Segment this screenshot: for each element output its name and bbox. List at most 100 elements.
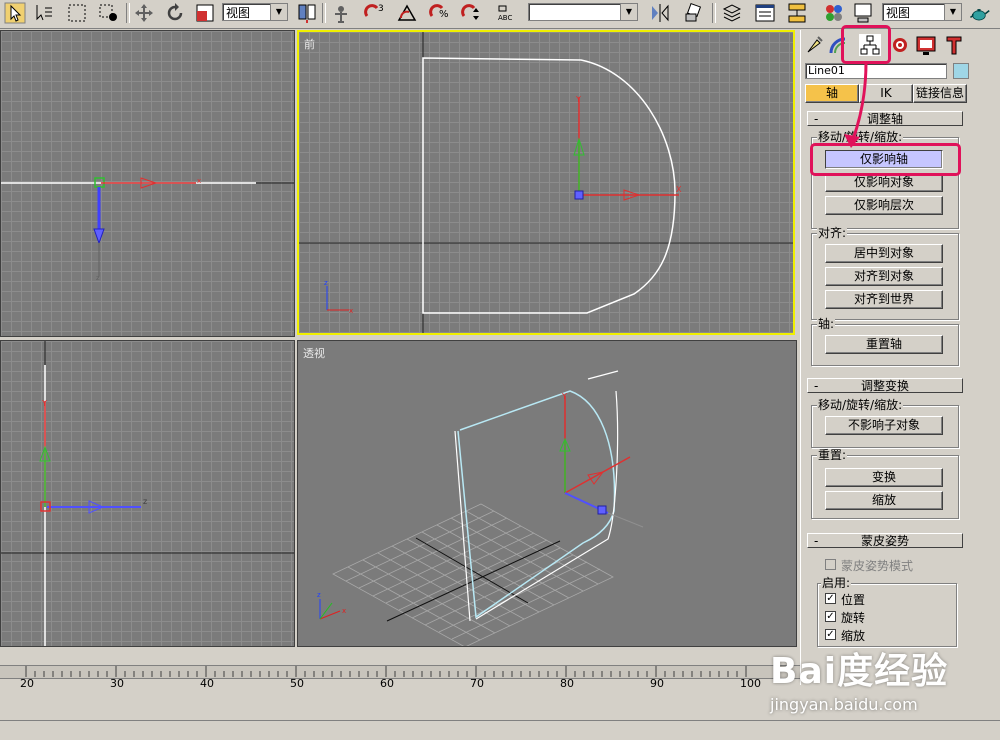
chevron-down-icon: ▼ <box>270 4 287 20</box>
quick-render-teapot-icon[interactable] <box>968 2 996 24</box>
button-label: 重置轴 <box>865 337 902 351</box>
scale-icon[interactable] <box>194 2 216 24</box>
mirror-icon[interactable] <box>649 2 671 24</box>
viewport-top-canvas: x z <box>1 177 294 282</box>
render-type-select[interactable]: 视图 ▼ <box>882 3 962 21</box>
svg-text:z: z <box>96 274 100 282</box>
rotation-label: 旋转 <box>841 611 866 625</box>
align-icon[interactable] <box>683 2 705 24</box>
reset-scale-button[interactable]: 缩放 <box>825 491 943 510</box>
svg-text:z: z <box>317 591 321 599</box>
schematic-view-icon[interactable] <box>786 2 808 24</box>
align-to-object-button[interactable]: 对齐到对象 <box>825 267 943 286</box>
svg-text:Y: Y <box>575 95 581 104</box>
viewport-top[interactable]: x z <box>0 30 295 337</box>
viewport-left-canvas: Y z <box>1 341 294 646</box>
track-tick-label: 60 <box>380 677 394 690</box>
viewport-left[interactable]: Y z <box>0 340 295 647</box>
scale-checkbox[interactable]: ✓ <box>825 629 836 640</box>
skin-pose-mode-label: 蒙皮姿势模式 <box>841 559 914 573</box>
position-checkbox[interactable]: ✓ <box>825 593 836 604</box>
angle-snap-icon[interactable] <box>396 2 418 24</box>
svg-text:z: z <box>324 279 328 287</box>
svg-text:X: X <box>676 185 682 194</box>
viewport-front[interactable]: 前 Y X z x <box>297 30 795 335</box>
collapse-icon: - <box>814 534 819 548</box>
rollout-adjust-pivot-header[interactable]: - 调整轴 <box>807 111 963 126</box>
rect-select-region-icon[interactable] <box>66 2 88 24</box>
manipulate-icon[interactable] <box>330 2 352 24</box>
baidu-watermark: Bai度经验 jingyan.baidu.com <box>770 640 995 720</box>
rotation-checkbox[interactable]: ✓ <box>825 611 836 622</box>
rollout-skin-pose-header[interactable]: - 蒙皮姿势 <box>807 533 963 548</box>
align-to-world-button[interactable]: 对齐到世界 <box>825 290 943 309</box>
render-setup-icon[interactable] <box>852 2 874 24</box>
curve-editor-icon[interactable] <box>754 2 776 24</box>
watermark-url: jingyan.baidu.com <box>770 695 918 714</box>
group-label: 对齐: <box>817 226 848 240</box>
collapse-icon: - <box>814 379 819 393</box>
display-tab-icon[interactable] <box>915 34 937 56</box>
rotate-icon[interactable] <box>164 2 186 24</box>
chevron-down-icon: ▼ <box>620 4 637 20</box>
snap-toggle-icon[interactable]: 3 <box>363 2 385 24</box>
object-color-swatch[interactable] <box>953 63 969 79</box>
dont-affect-children-button[interactable]: 不影响子对象 <box>825 416 943 435</box>
status-bar <box>0 720 1000 740</box>
time-track[interactable]: 20 30 40 50 60 70 80 90 100 <box>0 665 800 720</box>
move-icon[interactable] <box>133 2 155 24</box>
collapse-icon: - <box>814 112 819 126</box>
pivot-center-icon[interactable] <box>296 2 318 24</box>
tab-link-info[interactable]: 链接信息 <box>913 84 967 103</box>
highlight-affect-pivot-only <box>810 143 961 176</box>
position-label: 位置 <box>841 593 866 607</box>
button-label: 居中到对象 <box>853 246 914 260</box>
viewport-perspective-canvas: Y z x <box>317 370 644 646</box>
viewport-perspective[interactable]: 透视 Y z x <box>297 340 797 647</box>
track-tick-label: 70 <box>470 677 484 690</box>
watermark-brand: Bai度经验 <box>770 651 949 692</box>
track-ticks <box>25 666 747 677</box>
reference-coord-select[interactable]: 视图 ▼ <box>222 3 288 21</box>
track-tick-label: 30 <box>110 677 124 690</box>
track-tick-label: 20 <box>20 677 34 690</box>
rollout-title: 调整轴 <box>866 112 903 126</box>
rollout-adjust-transform-header[interactable]: - 调整变换 <box>807 378 963 393</box>
utilities-tab-icon[interactable] <box>943 34 965 56</box>
svg-text:Y: Y <box>41 399 47 408</box>
tab-link-info-label: 链接信息 <box>915 86 964 100</box>
window-crossing-icon[interactable] <box>98 2 120 24</box>
named-selection-select[interactable]: ▼ <box>528 3 638 21</box>
track-tick-label: 40 <box>200 677 214 690</box>
create-tab-icon[interactable] <box>803 34 825 56</box>
tab-ik-label: IK <box>880 86 892 100</box>
track-tick-label: 90 <box>650 677 664 690</box>
track-tick-label: 100 <box>740 677 761 690</box>
viewport-front-canvas: Y X z x <box>299 32 793 333</box>
material-editor-icon[interactable] <box>823 2 845 24</box>
select-tool-icon[interactable] <box>4 2 26 24</box>
button-label: 不影响子对象 <box>847 418 920 432</box>
percent-snap-icon[interactable]: % <box>428 2 450 24</box>
layer-manager-icon[interactable] <box>721 2 743 24</box>
skin-pose-mode-checkbox[interactable] <box>825 559 836 570</box>
button-label: 仅影响对象 <box>853 175 914 189</box>
chevron-down-icon: ▼ <box>944 4 961 20</box>
track-tick-label: 80 <box>560 677 574 690</box>
reset-pivot-button[interactable]: 重置轴 <box>825 335 943 354</box>
reset-transform-button[interactable]: 变换 <box>825 468 943 487</box>
affect-hierarchy-only-button[interactable]: 仅影响层次 <box>825 196 943 215</box>
tab-pivot-label: 轴 <box>825 86 838 100</box>
rollout-title: 蒙皮姿势 <box>860 534 909 548</box>
command-panel-tabs <box>803 32 999 56</box>
spinner-snap-icon[interactable] <box>460 2 482 24</box>
svg-text:ABC: ABC <box>498 14 512 22</box>
panel-scrollbar[interactable] <box>967 110 999 685</box>
svg-text:x: x <box>349 307 353 315</box>
motion-tab-icon[interactable] <box>889 34 911 56</box>
center-to-object-button[interactable]: 居中到对象 <box>825 244 943 263</box>
svg-text:x: x <box>197 177 201 185</box>
edit-named-selection-icon[interactable]: ABC <box>496 2 518 24</box>
track-tick-label: 50 <box>290 677 304 690</box>
select-by-name-icon[interactable] <box>33 2 55 24</box>
